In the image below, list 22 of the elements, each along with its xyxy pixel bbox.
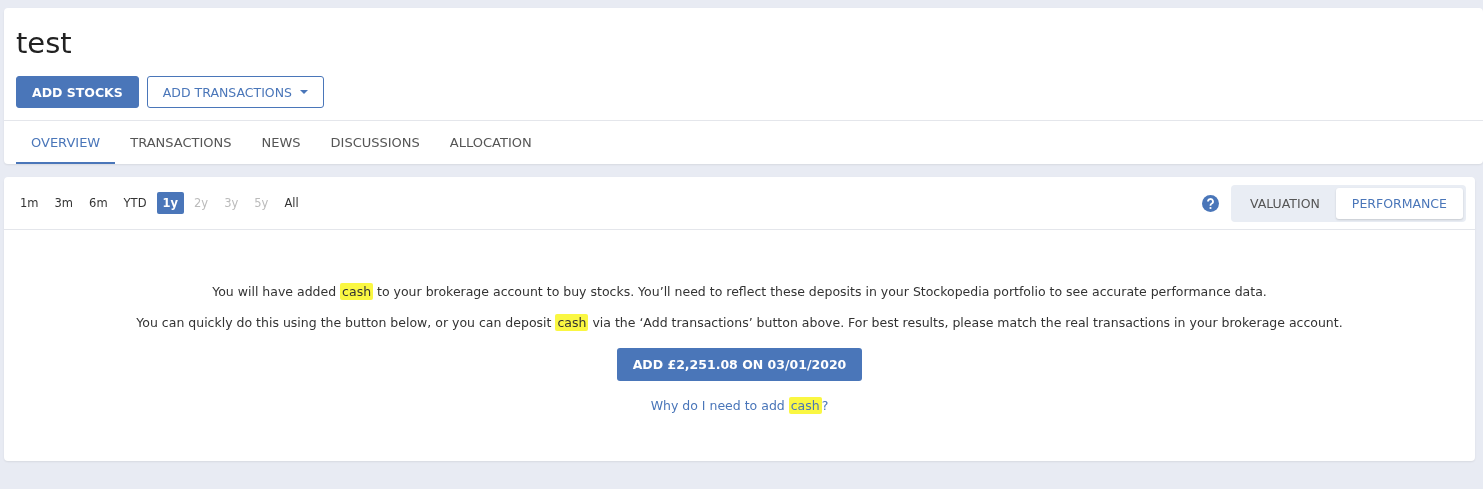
- info-paragraph: You can quickly do this using the button below, or you can deposit cash via the ‘Add transactions’ button above. For best results, please match the real transactions in your brokerage account.: [136, 315, 1343, 330]
- add-stocks-button[interactable]: ADD STOCKS: [16, 76, 139, 108]
- tab[interactable]: ALLOCATION: [434, 121, 547, 164]
- period-button[interactable]: 1y: [156, 192, 184, 214]
- period-button[interactable]: 1m: [14, 192, 45, 214]
- tab[interactable]: DISCUSSIONS: [315, 121, 435, 164]
- help-icon[interactable]: [1201, 194, 1219, 212]
- tab[interactable]: OVERVIEW: [16, 121, 116, 164]
- period-button[interactable]: 6m: [83, 192, 114, 214]
- add-cash-button[interactable]: ADD £2,251.08 ON 03/01/2020: [616, 348, 863, 381]
- portfolio-title: test: [15, 25, 73, 62]
- view-toggle-button[interactable]: PERFORMANCE: [1335, 187, 1463, 219]
- caret-icon: [299, 90, 308, 94]
- period-button[interactable]: 3m: [48, 192, 80, 214]
- info-paragraph: You will have added cash to your brokerage account to buy stocks. You’ll need to reflect these deposits in your Stockopedia portfolio to see accurate performance data.: [212, 284, 1267, 299]
- add-transactions-button[interactable]: ADD TRANSACTIONS: [146, 76, 324, 108]
- tab[interactable]: NEWS: [246, 121, 316, 164]
- period-button[interactable]: All: [278, 192, 305, 214]
- view-toggle-button[interactable]: VALUATION: [1233, 187, 1336, 219]
- help-link[interactable]: Why do I need to add cash ?: [650, 398, 829, 413]
- tab[interactable]: TRANSACTIONS: [115, 121, 247, 164]
- period-button[interactable]: YTD: [117, 192, 153, 214]
